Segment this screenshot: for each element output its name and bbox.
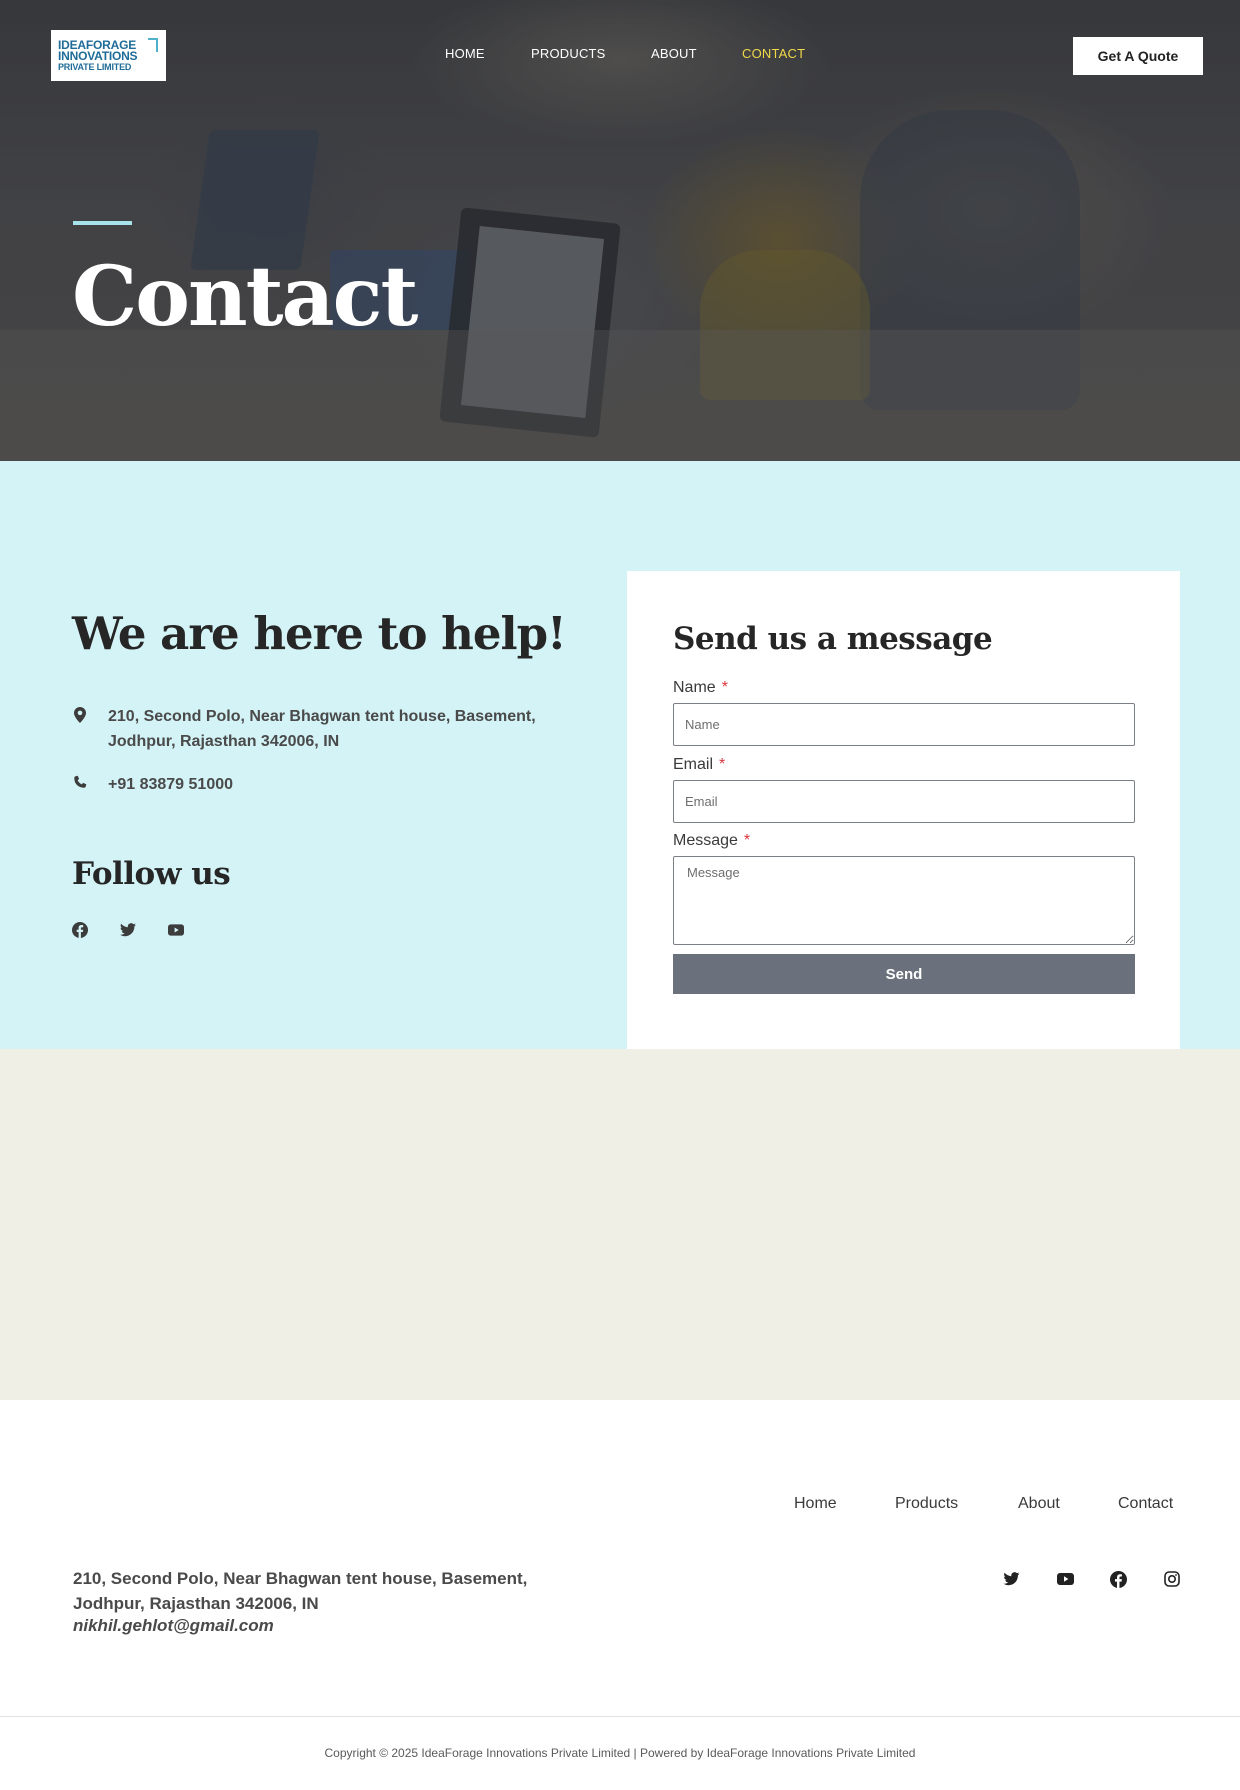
message-label: Message * [673, 832, 750, 850]
twitter-icon[interactable] [1002, 1570, 1020, 1588]
send-button[interactable]: Send [673, 954, 1135, 994]
footer-address-line-2: Jodhpur, Rajasthan 342006, IN [73, 1594, 319, 1613]
address-row: 210, Second Polo, Near Bhagwan tent hous… [72, 704, 536, 754]
phone-number[interactable]: +91 83879 51000 [108, 772, 233, 797]
message-required-mark: * [743, 832, 751, 849]
email-label: Email * [673, 756, 725, 774]
footer-divider [0, 1716, 1240, 1717]
name-required-mark: * [721, 679, 728, 696]
address-line-2: Jodhpur, Rajasthan 342006, IN [108, 733, 340, 750]
contact-social-links [72, 922, 184, 938]
contact-section: We are here to help! 210, Second Polo, N… [0, 461, 1240, 1049]
email-label-text: Email [673, 756, 714, 773]
main-nav: HOME PRODUCTS ABOUT CONTACT [0, 46, 1240, 66]
name-input[interactable] [673, 703, 1135, 746]
nav-products[interactable]: PRODUCTS [531, 46, 606, 61]
message-label-text: Message [673, 832, 738, 849]
hero-accent-rule [73, 221, 132, 225]
follow-us-heading: Follow us [72, 856, 231, 892]
message-textarea[interactable] [673, 856, 1135, 945]
email-required-mark: * [719, 756, 726, 773]
facebook-icon[interactable] [1109, 1570, 1127, 1588]
youtube-icon[interactable] [1056, 1570, 1074, 1588]
hero-section: IDEAFORAGE INNOVATIONS PRIVATE LIMITED H… [0, 0, 1240, 461]
footer-nav-products[interactable]: Products [895, 1495, 958, 1513]
hero-overlay [0, 0, 1240, 461]
name-label: Name * [673, 679, 728, 697]
nav-home[interactable]: HOME [445, 46, 485, 61]
footer: Home Products About Contact 210, Second … [0, 1400, 1240, 1790]
footer-nav-contact[interactable]: Contact [1118, 1495, 1173, 1513]
help-heading: We are here to help! [72, 607, 567, 660]
copyright-text: Copyright © 2025 IdeaForage Innovations … [324, 1746, 916, 1760]
nav-contact[interactable]: CONTACT [742, 46, 805, 61]
footer-nav-about[interactable]: About [1018, 1495, 1060, 1513]
page-title: Contact [72, 249, 418, 345]
footer-social-links [0, 1570, 1240, 1590]
map-pin-icon [72, 707, 88, 723]
facebook-icon[interactable] [72, 922, 88, 938]
email-input[interactable] [673, 780, 1135, 823]
youtube-icon[interactable] [168, 922, 184, 938]
phone-icon [72, 775, 88, 791]
footer-nav-home[interactable]: Home [794, 1495, 837, 1513]
message-form-card: Send us a message Name* Email* Message* … [627, 571, 1180, 1049]
instagram-icon[interactable] [1163, 1570, 1181, 1588]
get-a-quote-button[interactable]: Get A Quote [1073, 37, 1203, 75]
form-title: Send us a message [673, 621, 993, 657]
twitter-icon[interactable] [120, 922, 136, 938]
address-line-1: 210, Second Polo, Near Bhagwan tent hous… [108, 708, 536, 725]
footer-email-link[interactable]: nikhil.gehlot@gmail.com [73, 1616, 274, 1636]
nav-about[interactable]: ABOUT [651, 46, 697, 61]
phone-row: +91 83879 51000 [72, 772, 233, 797]
name-label-text: Name [673, 679, 716, 696]
map-placeholder [0, 1049, 1240, 1400]
address-text: 210, Second Polo, Near Bhagwan tent hous… [108, 704, 536, 754]
